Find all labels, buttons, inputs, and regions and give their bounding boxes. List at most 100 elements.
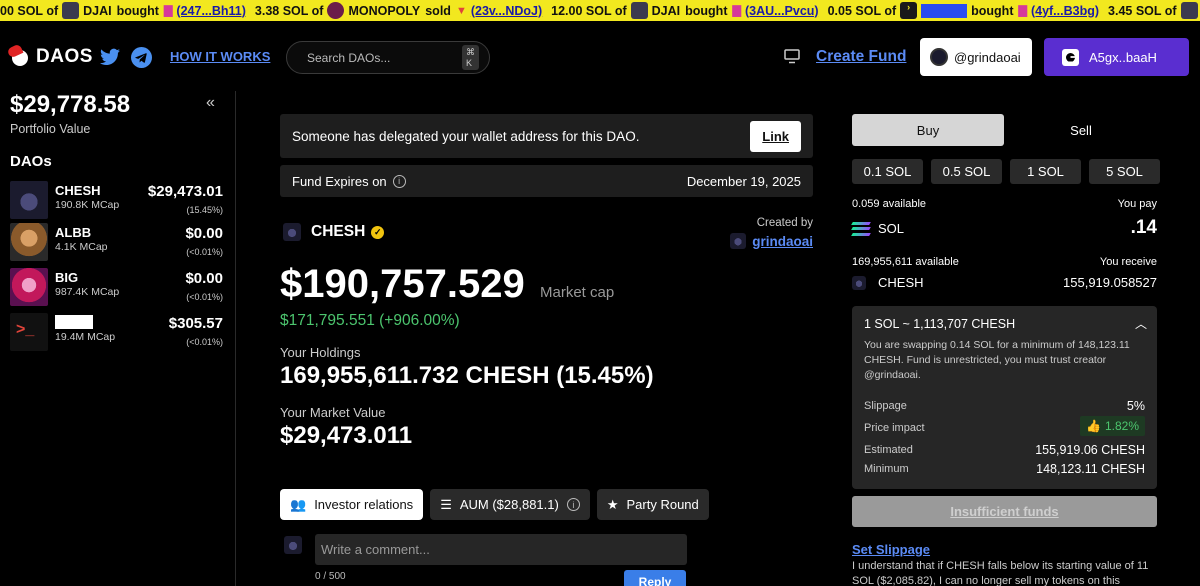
shopping-bag-icon: ▇ [732, 5, 741, 17]
created-by-label: Created by [756, 217, 813, 229]
sell-tab[interactable]: Sell [1005, 114, 1157, 146]
token-title: CHESH ✓ [283, 223, 385, 241]
holdings-label: Your Holdings [280, 345, 361, 360]
daos-logo[interactable]: DAOS [6, 43, 93, 68]
token-avatar [852, 275, 866, 290]
daos-heading: DAOs [10, 153, 52, 170]
token-avatar [630, 2, 648, 19]
users-icon: 👥 [290, 496, 307, 512]
chesh-available: 169,955,611 available [852, 256, 959, 268]
sell-disclaimer: I understand that if CHESH falls below i… [852, 560, 1149, 586]
insufficient-funds-button[interactable]: Insufficient funds [852, 496, 1157, 527]
verified-badge-icon: ✓ [371, 225, 385, 239]
ticker-item[interactable]: 3.38 SOL of MONOPOLY sold ▼ (23v...NDoJ) [255, 2, 542, 19]
wallet-icon [1062, 48, 1079, 66]
dao-list-item[interactable]: BIG 987.4K MCap $0.00 (<0.01%) [10, 268, 226, 306]
tab-investor-relations[interactable]: 👥 Investor relations [280, 489, 424, 520]
sol-available: 0.059 available [852, 198, 927, 210]
fund-tabs: 👥 Investor relations ☰ AUM ($28,881.1) i… [280, 489, 709, 520]
token-avatar: › [900, 2, 918, 19]
pay-amount-input[interactable]: .14 [1131, 217, 1157, 239]
star-icon: ★ [606, 496, 619, 512]
info-icon[interactable]: i [566, 498, 580, 511]
collapse-sidebar-icon[interactable]: « [206, 94, 215, 112]
dao-list-item[interactable]: CHESH 190.8K MCap $29,473.01 (15.45%) [10, 181, 226, 219]
amount-button-1[interactable]: 1 SOL [1010, 159, 1081, 184]
wallet-button[interactable]: A5gx..baaH [1044, 38, 1189, 76]
you-receive-label: You receive [1099, 256, 1157, 268]
chevron-up-icon[interactable]: ︿ [1135, 315, 1147, 332]
ticker-item[interactable]: 0.05 SOL of › bought ▇ (4yf...B3bg) [828, 2, 1099, 19]
thumbs-up-icon: 👍 [1086, 419, 1101, 433]
dao-list-item[interactable]: ALBB 4.1K MCap $0.00 (<0.01%) [10, 223, 226, 261]
minimum-value: 148,123.11 CHESH [1036, 462, 1145, 476]
down-arrow-icon: ▼ [455, 4, 467, 17]
santa-hat-logo-icon [6, 43, 32, 68]
receive-amount: 155,919.058527 [1063, 275, 1157, 290]
token-avatar [62, 2, 80, 19]
user-profile-button[interactable]: @grindaoai [920, 38, 1032, 76]
activity-ticker: 00 SOL of DJAI bought ▇ (247...Bh11) 3.3… [0, 0, 1200, 21]
amount-button-5[interactable]: 5 SOL [1089, 159, 1160, 184]
shopping-bag-icon: ▇ [163, 5, 173, 17]
twitter-icon[interactable] [100, 48, 120, 66]
ticker-item[interactable]: 3.45 SOL of [1108, 2, 1200, 19]
delegation-notice: Someone has delegated your wallet addres… [280, 114, 813, 158]
set-slippage-link[interactable]: Set Slippage [852, 542, 930, 557]
expiry-date: December 19, 2025 [686, 173, 801, 189]
portfolio-sidebar: $29,778.58 Portfolio Value « DAOs CHESH … [0, 91, 236, 586]
ticker-item[interactable]: 12.00 SOL of DJAI bought ▇ (3AU...Pvcu) [551, 2, 819, 19]
search-input[interactable] [307, 50, 462, 65]
estimated-value: 155,919.06 CHESH [1035, 443, 1145, 457]
redacted-token-name [55, 315, 93, 329]
top-header: DAOS HOW IT WORKS ⌘ K Create Fund @grind… [0, 21, 1200, 91]
solana-icon [851, 221, 871, 236]
market-cap-value: $190,757.529 [280, 262, 525, 306]
reply-button[interactable]: Reply [624, 570, 686, 586]
info-icon[interactable]: i [392, 174, 406, 188]
ticker-item[interactable]: 00 SOL of DJAI bought ▇ (247...Bh11) [0, 2, 246, 19]
dao-list-item[interactable]: >_ 19.4M MCap $305.57 (<0.01%) [10, 313, 226, 351]
creator-link[interactable]: grindaoai [700, 233, 813, 249]
telegram-icon[interactable] [131, 47, 152, 68]
portfolio-value: $29,778.58 [10, 91, 131, 118]
you-pay-label: You pay [1117, 198, 1157, 210]
how-it-works-link[interactable]: HOW IT WORKS [170, 49, 270, 64]
link-button[interactable]: Link [750, 120, 801, 152]
market-cap-change: $171,795.551 (+906.00%) [280, 312, 460, 329]
price-impact-badge: 👍 1.82% [1080, 416, 1145, 436]
token-avatar [283, 223, 301, 241]
amount-button-0-1[interactable]: 0.1 SOL [852, 159, 923, 184]
swap-quote-panel: 1 SOL ~ 1,113,707 CHESH ︿ You are swappi… [852, 306, 1157, 489]
dao-thumbnail [10, 223, 48, 261]
market-cap-label: Market cap [540, 284, 615, 301]
terminal-prompt-icon: >_ [16, 321, 35, 338]
tab-party-round[interactable]: ★ Party Round [596, 489, 709, 520]
stack-icon: ☰ [440, 496, 452, 512]
dao-thumbnail: >_ [10, 313, 48, 351]
create-fund-link[interactable]: Create Fund [816, 48, 906, 66]
dao-thumbnail [10, 268, 48, 306]
portfolio-label: Portfolio Value [10, 122, 91, 136]
market-value: $29,473.011 [280, 422, 413, 449]
slippage-value: 5% [1126, 399, 1145, 413]
quick-amount-row: 0.1 SOL 0.5 SOL 1 SOL 5 SOL [852, 159, 1160, 184]
shopping-bag-icon: ▇ [1018, 5, 1027, 17]
comment-input[interactable] [315, 534, 687, 565]
search-shortcut-badge: ⌘ K [462, 45, 479, 70]
search-bar[interactable]: ⌘ K [286, 41, 490, 74]
holdings-value: 169,955,611.732 CHESH (15.45%) [280, 362, 654, 389]
token-avatar [327, 2, 345, 19]
creator-avatar [730, 233, 747, 249]
tab-aum[interactable]: ☰ AUM ($28,881.1) i [430, 489, 590, 520]
redacted-token-name [921, 3, 968, 18]
amount-button-0-5[interactable]: 0.5 SOL [931, 159, 1002, 184]
monitor-icon[interactable] [784, 49, 800, 64]
pay-token-row: SOL [851, 221, 1157, 236]
avatar [284, 536, 302, 554]
avatar [930, 48, 948, 66]
exchange-rate: 1 SOL ~ 1,113,707 CHESH [864, 317, 1016, 331]
market-value-label: Your Market Value [280, 405, 386, 420]
buy-tab[interactable]: Buy [852, 114, 1004, 146]
dao-thumbnail [10, 181, 48, 219]
